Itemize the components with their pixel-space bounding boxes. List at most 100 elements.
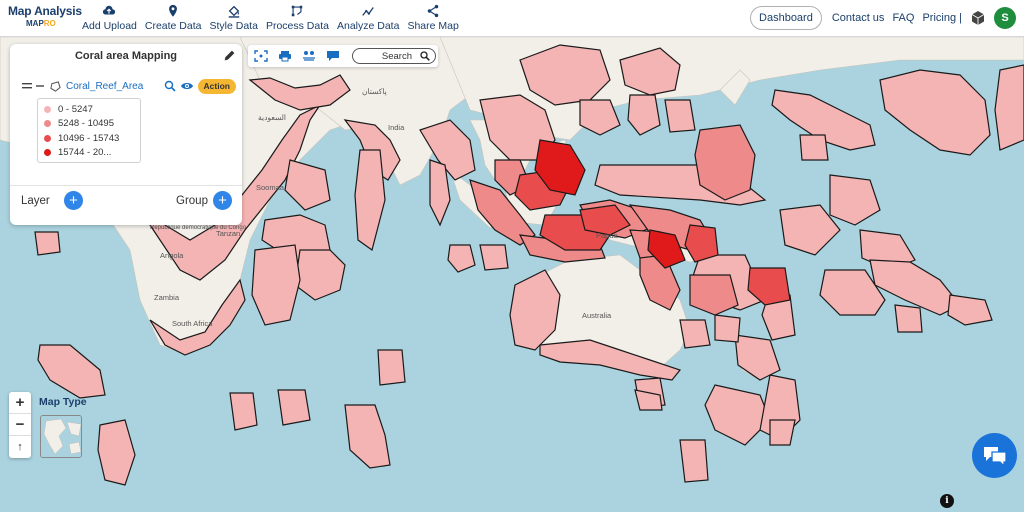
chat-button[interactable]: [972, 433, 1017, 478]
add-group-button[interactable]: +: [213, 191, 232, 210]
pencil-icon[interactable]: [223, 49, 236, 62]
cloud-upload-icon: [103, 5, 116, 15]
reef-cocos: [479, 244, 509, 271]
plus-icon: +: [69, 192, 78, 209]
legend-item: 5248 - 10495: [44, 117, 134, 132]
label-saudi: السعودية: [258, 113, 286, 122]
share-icon: [427, 4, 439, 18]
fullscreen-icon[interactable]: [254, 50, 268, 62]
info-button[interactable]: i: [940, 494, 954, 508]
nav-analyze-data[interactable]: Analyze Data: [333, 4, 403, 32]
reef-lord-howe: [679, 319, 711, 349]
legend-label: 5248 - 10495: [58, 118, 114, 130]
legend: 0 - 5247 5248 - 10495 10496 - 15743 1574…: [37, 98, 141, 163]
reef-wake: [799, 134, 829, 161]
map-toolbar: Search: [248, 45, 438, 67]
layer-row: Coral_Reef_Area Action: [22, 78, 236, 94]
legend-item: 10496 - 15743: [44, 131, 134, 146]
nav-label: Create Data: [144, 20, 202, 32]
top-navbar: Map Analysis MAPRO Add Upload Create Dat…: [0, 0, 1024, 37]
user-avatar[interactable]: S: [994, 7, 1016, 29]
label-somalia: Soomaa: [256, 183, 285, 192]
logo-title: Map Analysis: [8, 4, 82, 18]
nav-process-data[interactable]: Process Data: [262, 4, 333, 32]
reset-north-button[interactable]: ↑: [9, 436, 31, 458]
zoom-out-button[interactable]: −: [9, 414, 31, 436]
zoom-to-layer-icon[interactable]: [164, 80, 176, 92]
dashboard-button[interactable]: Dashboard: [750, 6, 822, 30]
reef-hawaii-chain: [994, 64, 1024, 151]
nav-label: Process Data: [265, 20, 329, 32]
measure-icon[interactable]: [302, 50, 316, 62]
contact-link[interactable]: Contact us: [832, 12, 885, 24]
label-congo: République démocratique du Congo: [150, 225, 247, 231]
logo-subtitle: MAPRO: [26, 19, 72, 28]
logo-sub-a: MAP: [26, 19, 44, 28]
search-icon: [420, 51, 430, 61]
plus-icon: +: [218, 192, 227, 209]
group-label: Group: [176, 195, 208, 207]
nav-label: Share Map: [407, 20, 459, 32]
legend-label: 0 - 5247: [58, 103, 93, 115]
cube-icon[interactable]: [970, 10, 986, 26]
reef-atlantic-1: [34, 231, 61, 256]
pricing-link[interactable]: Pricing |: [922, 12, 962, 24]
layer-panel: Coral area Mapping Coral_Reef_Area Actio…: [10, 44, 242, 225]
layer-name-link[interactable]: Coral_Reef_Area: [66, 81, 164, 92]
legend-label: 15744 - 20...: [58, 147, 112, 159]
drag-handle-icon[interactable]: [22, 82, 32, 90]
reef-indian-5: [679, 439, 709, 483]
faq-link[interactable]: FAQ: [892, 12, 914, 24]
chat-icon: [983, 446, 1007, 467]
add-layer-button[interactable]: +: [64, 191, 83, 210]
map-pin-icon: [169, 4, 178, 17]
label-pakistan: پاکستان: [362, 87, 387, 96]
label-south-africa: South Africa: [172, 319, 213, 328]
logo-sub-b: RO: [43, 19, 56, 28]
nav-create-data[interactable]: Create Data: [141, 4, 206, 32]
nav-style-data[interactable]: Style Data: [206, 4, 262, 32]
print-icon[interactable]: [278, 50, 292, 62]
legend-label: 10496 - 15743: [58, 132, 120, 144]
polygon-layer-icon: [50, 80, 61, 92]
paint-bucket-icon: [228, 5, 240, 18]
reef-norfolk: [714, 314, 741, 343]
collapse-icon[interactable]: [36, 82, 44, 90]
zoom-in-button[interactable]: +: [9, 392, 31, 414]
nav-share-map[interactable]: Share Map: [403, 4, 462, 32]
legend-swatch: [44, 105, 51, 113]
action-button[interactable]: Action: [197, 78, 236, 94]
search-box[interactable]: Search: [352, 48, 436, 64]
search-label: Search: [381, 50, 412, 62]
label-zambia: Zambia: [154, 293, 180, 302]
app-logo[interactable]: Map Analysis MAPRO: [8, 4, 82, 34]
label-papua: Papua: [596, 231, 619, 240]
label-angola: Angola: [160, 251, 184, 260]
eye-icon[interactable]: [180, 80, 194, 92]
panel-title: Coral area Mapping: [74, 50, 178, 62]
label-india: India: [388, 123, 405, 132]
process-icon: [292, 5, 303, 17]
nav-label: Analyze Data: [336, 20, 400, 32]
reef-indian-1: [229, 392, 258, 431]
reef-indian-2: [277, 389, 311, 426]
nav-label: Style Data: [209, 20, 258, 32]
legend-item: 0 - 5247: [44, 102, 134, 117]
reef-pitcairn: [894, 304, 923, 333]
nav-label: Add Upload: [82, 20, 137, 32]
reef-indian-4: [377, 349, 406, 386]
reef-sub-ant: [769, 419, 796, 446]
nav-right: Dashboard Contact us FAQ Pricing | S: [750, 6, 1016, 30]
legend-swatch: [44, 134, 51, 142]
nav-add-upload[interactable]: Add Upload: [78, 4, 141, 32]
legend-item: 15744 - 20...: [44, 146, 134, 161]
comment-icon[interactable]: [326, 50, 340, 62]
layer-label: Layer: [21, 195, 50, 207]
analyze-icon: [362, 7, 374, 16]
legend-swatch: [44, 149, 51, 157]
basemap-thumbnail-icon: [41, 416, 81, 457]
zoom-control: + − ↑: [9, 392, 31, 458]
map-type-thumbnail[interactable]: [40, 415, 82, 458]
legend-swatch: [44, 120, 51, 128]
label-australia: Australia: [582, 311, 612, 320]
